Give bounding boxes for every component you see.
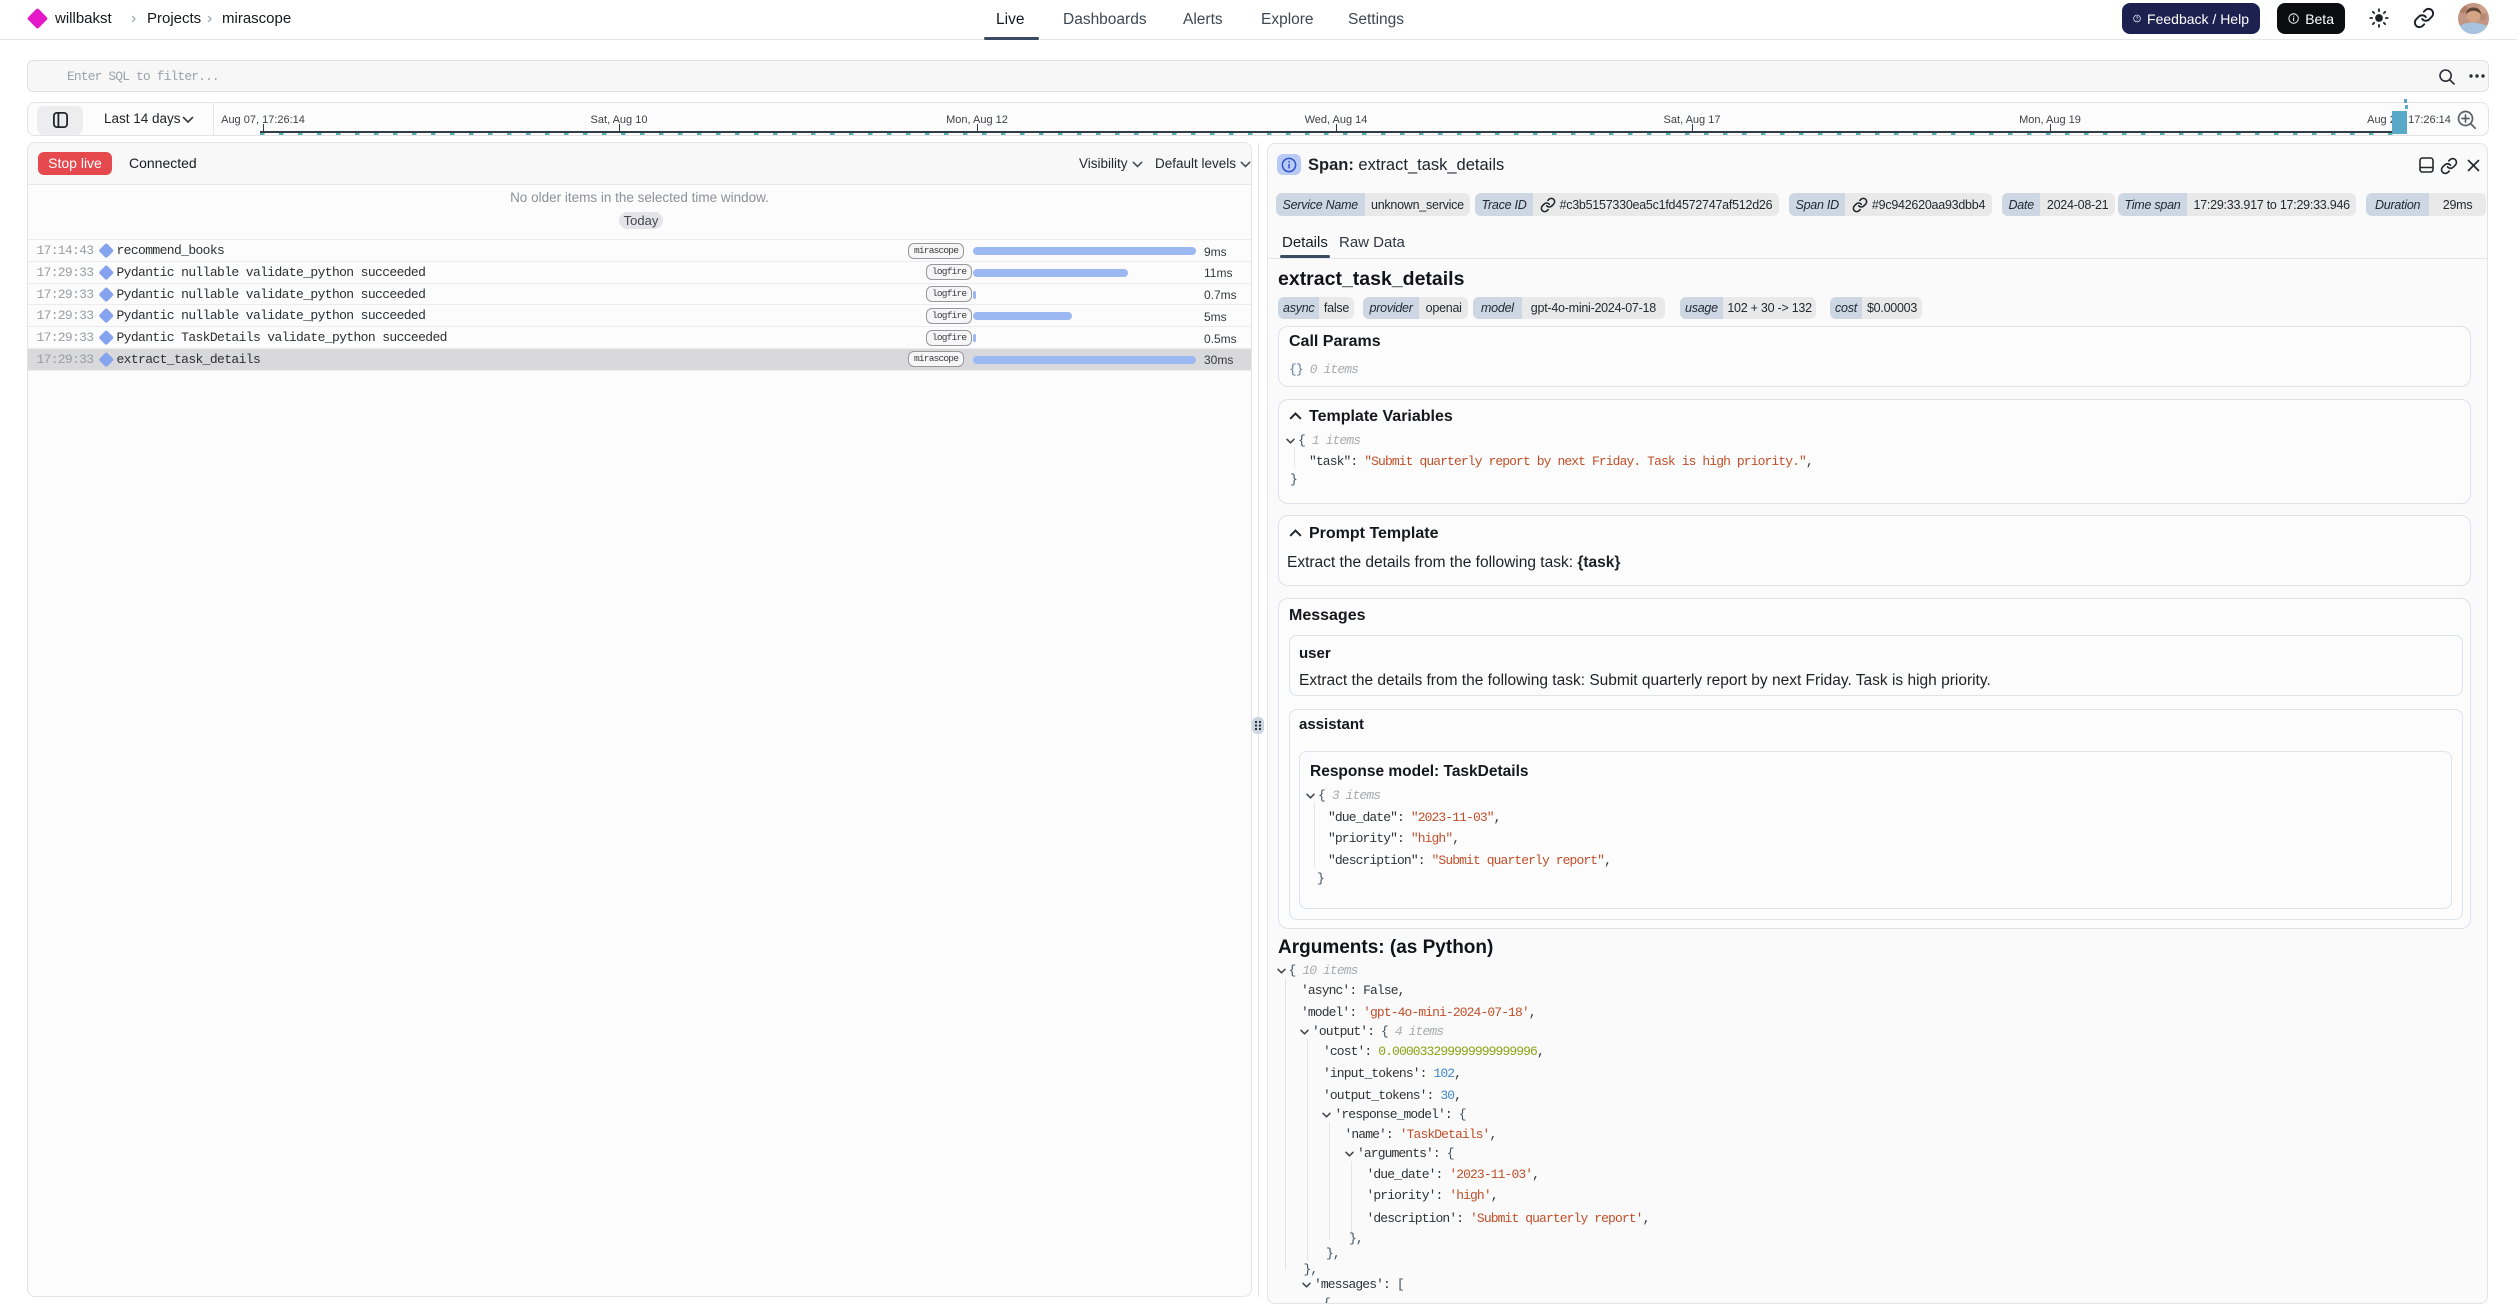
svg-text:?: ? [2136,16,2139,22]
